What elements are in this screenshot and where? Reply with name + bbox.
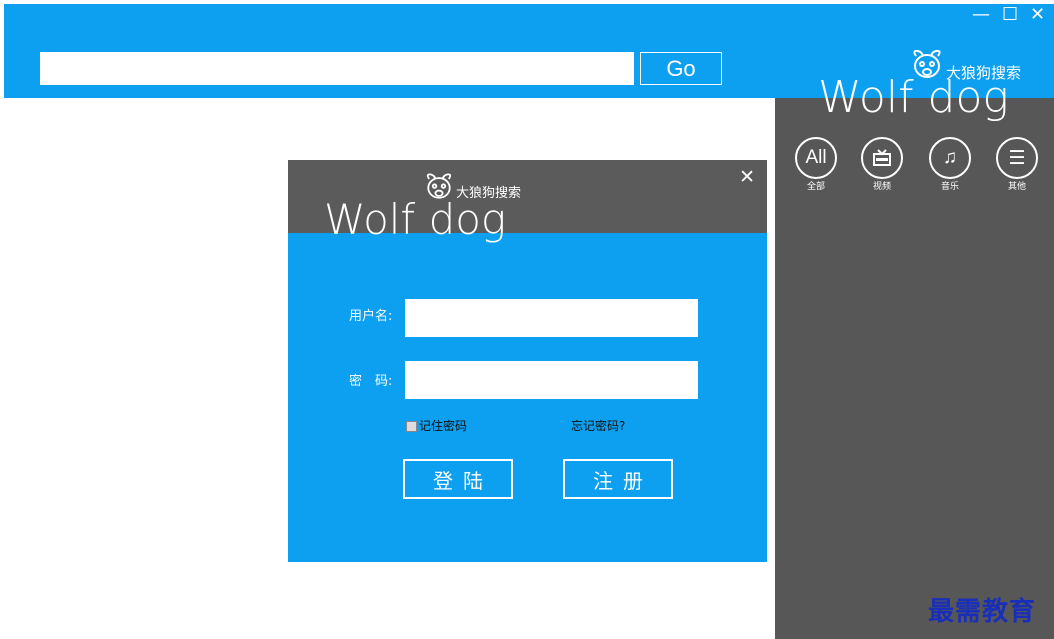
forgot-password-link[interactable]: 忘记密码? [571,419,625,433]
minimize-icon[interactable]: — [972,6,990,24]
register-button[interactable]: 注册 [563,459,673,499]
login-button[interactable]: 登陆 [403,459,513,499]
remember-password-checkbox[interactable]: 记住密码 [406,419,467,433]
category-label: 音乐 [940,182,959,192]
music-icon: ♫ [929,137,971,179]
password-label: 密 码: [349,374,393,389]
dialog-logo-text: Wolf dog [324,195,507,244]
category-label: 视频 [872,182,891,192]
all-icon: All [795,137,837,179]
password-field[interactable] [405,361,698,399]
remember-password-label: 记住密码 [419,419,468,433]
category-all[interactable]: All 全部 [791,137,841,193]
category-video[interactable]: 视频 [857,137,907,193]
username-field[interactable] [405,299,698,337]
login-dialog: ✕ 大狼狗搜索 Wolf dog 用户名: 密 码: 记住密码 忘记密码? 登陆… [288,160,767,562]
tv-icon [861,137,903,179]
watermark-text: 最需教育 [928,597,1037,627]
maximize-icon[interactable]: ☐ [1002,6,1018,24]
list-icon: ☰ [996,137,1038,179]
category-label: 全部 [806,182,825,192]
brand-logo-text: Wolf dog [818,72,1009,123]
search-input[interactable] [40,52,634,85]
go-button[interactable]: Go [640,52,722,85]
category-other[interactable]: ☰ 其他 [992,137,1042,193]
close-icon[interactable]: ✕ [1030,6,1045,24]
checkbox-icon [406,420,417,432]
category-label: 其他 [1007,182,1026,192]
dialog-close-icon[interactable]: ✕ [739,166,755,188]
username-label: 用户名: [349,309,393,324]
login-dialog-header: ✕ 大狼狗搜索 Wolf dog [288,160,767,244]
category-music[interactable]: ♫ 音乐 [925,137,975,193]
